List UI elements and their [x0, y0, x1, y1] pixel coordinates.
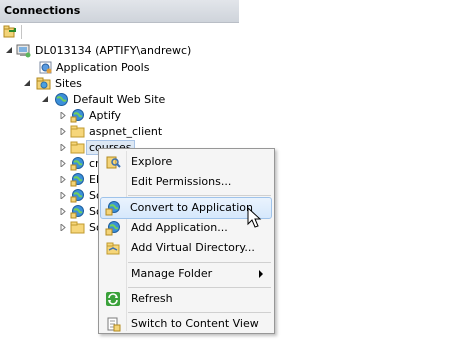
collapsed-arrow-icon[interactable]: [60, 144, 66, 151]
globe-icon: [55, 93, 68, 106]
menu-item-label: Add Application...: [131, 221, 228, 234]
menu-separator: [128, 262, 271, 263]
expanded-arrow-icon[interactable]: [24, 80, 30, 87]
sites-icon: [36, 77, 51, 90]
collapsed-arrow-icon[interactable]: [60, 112, 66, 119]
menu-item-label: Manage Folder: [131, 267, 213, 280]
menu-item-edit-permissions[interactable]: Edit Permissions...: [101, 172, 271, 192]
submenu-arrow-icon: [259, 270, 263, 278]
toolbar-separator: [21, 25, 22, 39]
expanded-arrow-icon[interactable]: [6, 47, 12, 54]
web-app-icon: [70, 109, 84, 123]
tree-node-label: aspnet_client: [89, 125, 163, 138]
connections-toolbar: [0, 23, 239, 41]
explore-icon: [106, 156, 121, 169]
menu-item-label: Explore: [131, 155, 173, 168]
menu-item-label: Convert to Application: [130, 201, 253, 214]
menu-separator: [128, 195, 271, 196]
application-pools-label: Application Pools: [56, 61, 150, 74]
menu-item-label: Add Virtual Directory...: [131, 241, 255, 254]
collapsed-arrow-icon[interactable]: [60, 160, 66, 167]
menu-separator: [128, 287, 271, 288]
folder-icon: [70, 141, 85, 154]
add-virtual-directory-icon: [106, 242, 120, 255]
sites-label: Sites: [55, 77, 82, 90]
add-application-icon: [105, 221, 120, 236]
web-app-icon: [70, 157, 84, 171]
tree-node-default-web-site[interactable]: Default Web Site: [42, 92, 232, 108]
collapsed-arrow-icon[interactable]: [60, 224, 66, 231]
convert-application-icon: [105, 201, 120, 216]
application-pools-icon: [39, 61, 52, 74]
menu-item-label: Refresh: [131, 292, 173, 305]
menu-item-add-virtual-directory[interactable]: Add Virtual Directory...: [101, 238, 271, 258]
web-app-icon: [70, 205, 84, 219]
content-view-icon: [107, 317, 121, 332]
folder-icon: [70, 221, 85, 234]
collapsed-arrow-icon[interactable]: [60, 192, 66, 199]
menu-item-label: Switch to Content View: [131, 317, 259, 330]
tree-node-application-pools[interactable]: Application Pools: [24, 60, 224, 76]
menu-item-explore[interactable]: Explore: [101, 152, 271, 172]
menu-item-manage-folder[interactable]: Manage Folder: [101, 264, 271, 284]
web-app-icon: [70, 189, 84, 203]
collapsed-arrow-icon[interactable]: [60, 128, 66, 135]
connect-icon[interactable]: [3, 25, 17, 38]
menu-separator: [128, 312, 271, 313]
tree-node-child[interactable]: Aptify: [60, 108, 180, 124]
server-icon: [16, 44, 31, 58]
default-web-site-label: Default Web Site: [73, 93, 166, 106]
tree-node-label: Aptify: [89, 109, 122, 122]
menu-item-add-application[interactable]: Add Application...: [101, 218, 271, 238]
collapsed-arrow-icon[interactable]: [60, 176, 66, 183]
context-menu: Explore Edit Permissions... Convert to A…: [98, 148, 275, 334]
menu-item-switch-to-content-view[interactable]: Switch to Content View: [101, 314, 271, 334]
tree-node-sites[interactable]: Sites: [24, 76, 224, 92]
expanded-arrow-icon[interactable]: [42, 96, 48, 103]
collapsed-arrow-icon[interactable]: [60, 208, 66, 215]
menu-item-refresh[interactable]: Refresh: [101, 289, 271, 309]
mouse-pointer-icon: [247, 207, 262, 228]
server-label: DL013134 (APTIFY\andrewc): [35, 44, 192, 57]
panel-title: Connections: [4, 4, 81, 17]
tree-node-child[interactable]: aspnet_client: [60, 124, 180, 140]
web-app-icon: [70, 173, 84, 187]
folder-icon: [70, 125, 85, 138]
refresh-icon: [106, 292, 120, 306]
tree-node-server[interactable]: DL013134 (APTIFY\andrewc): [6, 43, 236, 59]
connections-header: Connections: [0, 0, 239, 23]
menu-item-label: Edit Permissions...: [131, 175, 232, 188]
